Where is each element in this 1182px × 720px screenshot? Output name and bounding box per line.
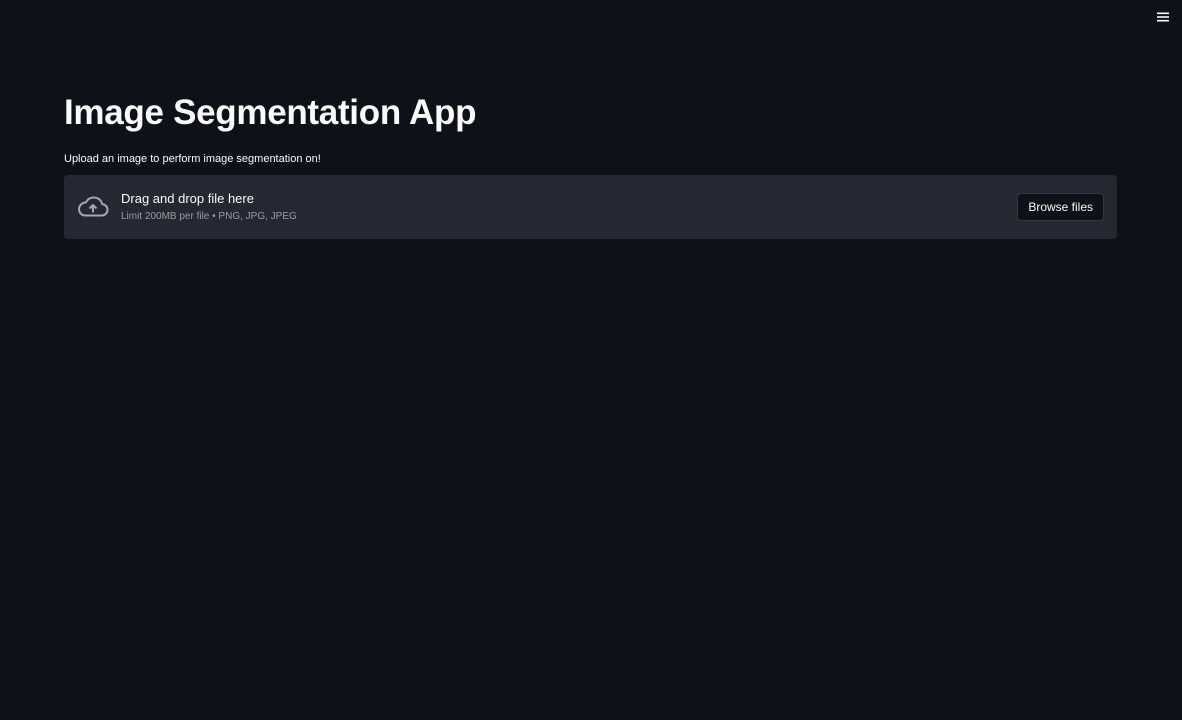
browse-files-button[interactable]: Browse files <box>1017 193 1104 221</box>
page-title: Image Segmentation App <box>64 93 477 132</box>
main-content: Image Segmentation App Upload an image t… <box>64 92 1117 239</box>
file-limit-label: Limit 200MB per file • PNG, JPG, JPEG <box>121 211 297 222</box>
drag-drop-label: Drag and drop file here <box>121 191 254 206</box>
upload-instructions: Drag and drop file here Limit 200MB per … <box>121 191 297 223</box>
hamburger-menu-icon <box>1156 11 1170 23</box>
cloud-upload-icon <box>77 195 109 219</box>
page-description: Upload an image to perform image segment… <box>64 153 321 165</box>
main-menu-button[interactable] <box>1154 8 1172 26</box>
file-uploader-dropzone[interactable]: Drag and drop file here Limit 200MB per … <box>64 175 1117 239</box>
